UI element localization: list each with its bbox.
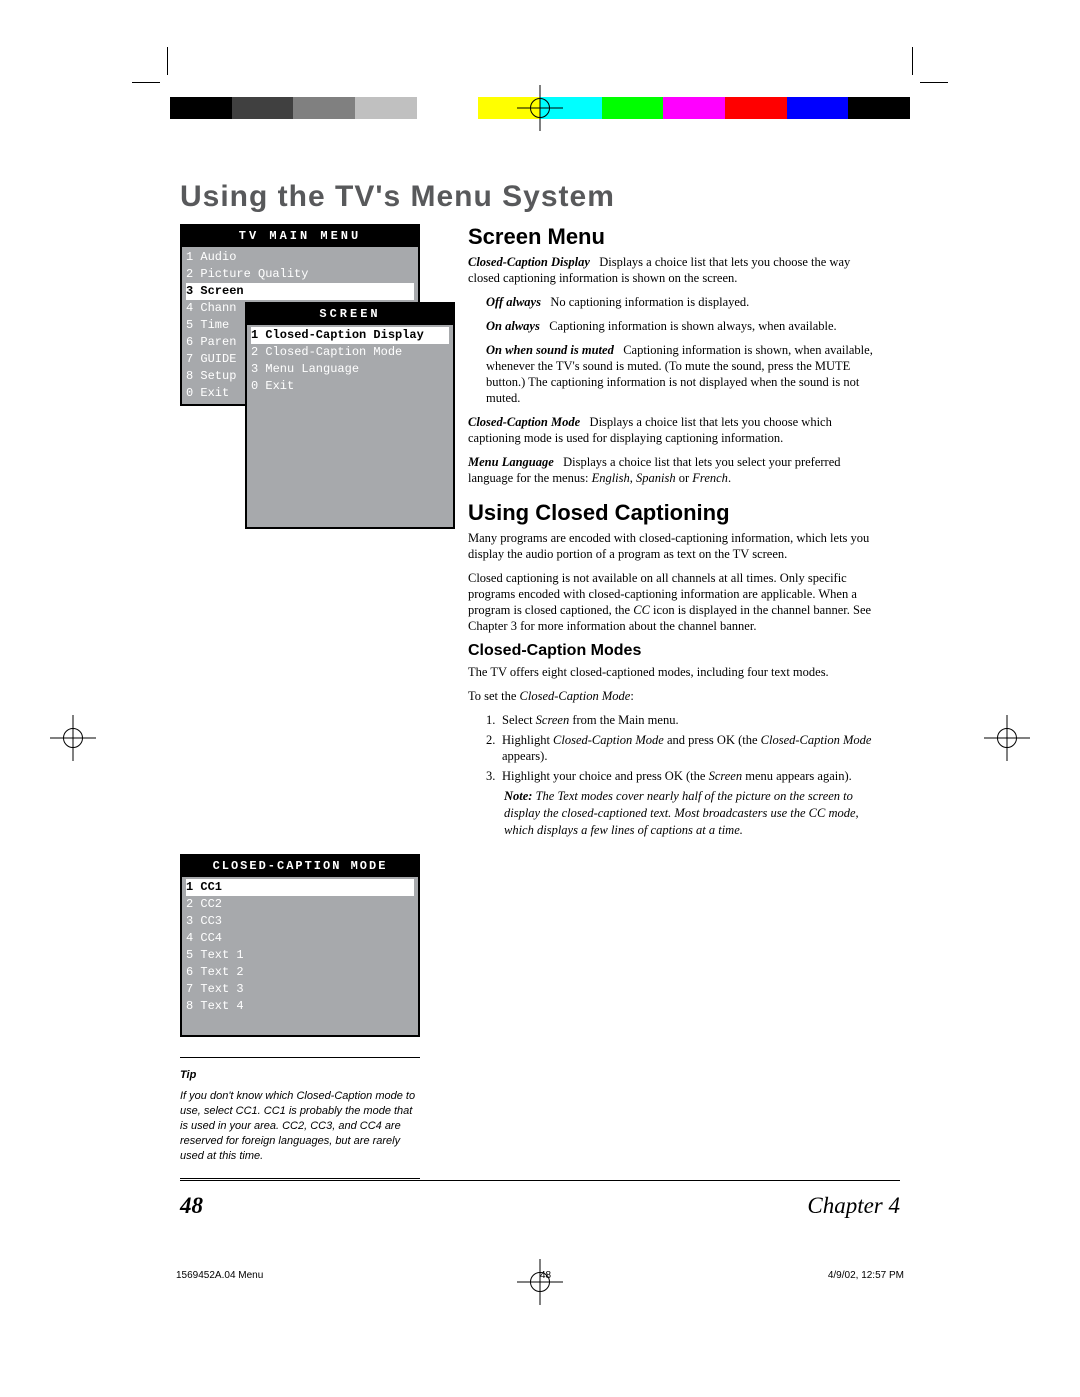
submenu-item-selected: 1 Closed-Caption Display bbox=[251, 327, 449, 344]
screen-submenu: SCREEN 1 Closed-Caption Display 2 Closed… bbox=[245, 302, 455, 529]
cc-item: 5 Text 1 bbox=[186, 947, 414, 964]
registration-mark-bottom bbox=[517, 1259, 563, 1305]
submenu-item: 2 Closed-Caption Mode bbox=[251, 344, 449, 361]
registration-mark-right bbox=[984, 715, 1030, 761]
body-text: Closed captioning is not available on al… bbox=[468, 570, 878, 634]
step-item: 1. Select Screen from the Main menu. bbox=[486, 712, 878, 728]
footer-date: 4/9/02, 12:57 PM bbox=[828, 1270, 904, 1281]
footer-page: 48 bbox=[540, 1270, 551, 1281]
body-text: The TV offers eight closed-captioned mod… bbox=[468, 664, 878, 680]
footer-rule bbox=[180, 1180, 900, 1181]
submenu-item: 0 Exit bbox=[251, 378, 449, 395]
registration-mark-top bbox=[517, 85, 563, 131]
note-text: Note: The Text modes cover nearly half o… bbox=[504, 788, 878, 839]
menu-item-selected: 3 Screen bbox=[186, 283, 414, 300]
body-text: Menu Language Displays a choice list tha… bbox=[468, 454, 878, 486]
footer-file: 1569452A.04 Menu bbox=[176, 1270, 263, 1281]
tip-block: Tip If you don't know which Closed-Capti… bbox=[180, 1057, 420, 1179]
cc-item: 2 CC2 bbox=[186, 896, 414, 913]
step-item: 2. Highlight Closed-Caption Mode and pre… bbox=[486, 732, 878, 764]
subheading-cc-modes: Closed-Caption Modes bbox=[468, 642, 878, 660]
body-text: Closed-Caption Display Displays a choice… bbox=[468, 254, 878, 286]
cc-mode-menu-illustration: CLOSED-CAPTION MODE 1 CC1 2 CC2 3 CC3 4 … bbox=[180, 854, 420, 1037]
menu-item: 1 Audio bbox=[186, 249, 414, 266]
cc-item: 6 Text 2 bbox=[186, 964, 414, 981]
step-item: 3. Highlight your choice and press OK (t… bbox=[486, 768, 878, 784]
cc-item: 7 Text 3 bbox=[186, 981, 414, 998]
body-text: Off always No captioning information is … bbox=[486, 294, 878, 310]
body-text: Closed-Caption Mode Displays a choice li… bbox=[468, 414, 878, 446]
cc-item-selected: 1 CC1 bbox=[186, 879, 414, 896]
body-text: To set the Closed-Caption Mode: bbox=[468, 688, 878, 704]
tip-label: Tip bbox=[180, 1068, 420, 1083]
chapter-label: Chapter 4 bbox=[807, 1193, 900, 1219]
section-heading-using-cc: Using Closed Captioning bbox=[468, 500, 878, 526]
body-text: On always Captioning information is show… bbox=[486, 318, 878, 334]
running-header: Using the TV's Menu System bbox=[180, 180, 900, 214]
screen-submenu-title: SCREEN bbox=[247, 304, 453, 325]
body-text: On when sound is muted Captioning inform… bbox=[486, 342, 878, 406]
registration-mark-left bbox=[50, 715, 96, 761]
cc-mode-title: CLOSED-CAPTION MODE bbox=[182, 856, 418, 877]
section-heading-screen-menu: Screen Menu bbox=[468, 224, 878, 250]
cc-item: 4 CC4 bbox=[186, 930, 414, 947]
submenu-item: 3 Menu Language bbox=[251, 361, 449, 378]
cc-item: 3 CC3 bbox=[186, 913, 414, 930]
tip-text: If you don't know which Closed-Caption m… bbox=[180, 1089, 420, 1164]
tv-menu-illustration: TV MAIN MENU 1 Audio 2 Picture Quality 3… bbox=[180, 224, 450, 514]
menu-item: 2 Picture Quality bbox=[186, 266, 414, 283]
imposition-footer: 1569452A.04 Menu 48 4/9/02, 12:57 PM bbox=[170, 1270, 910, 1281]
body-text: Many programs are encoded with closed-ca… bbox=[468, 530, 878, 562]
page-number: 48 bbox=[180, 1193, 203, 1219]
cc-item: 8 Text 4 bbox=[186, 998, 414, 1015]
main-menu-title: TV MAIN MENU bbox=[182, 226, 418, 247]
